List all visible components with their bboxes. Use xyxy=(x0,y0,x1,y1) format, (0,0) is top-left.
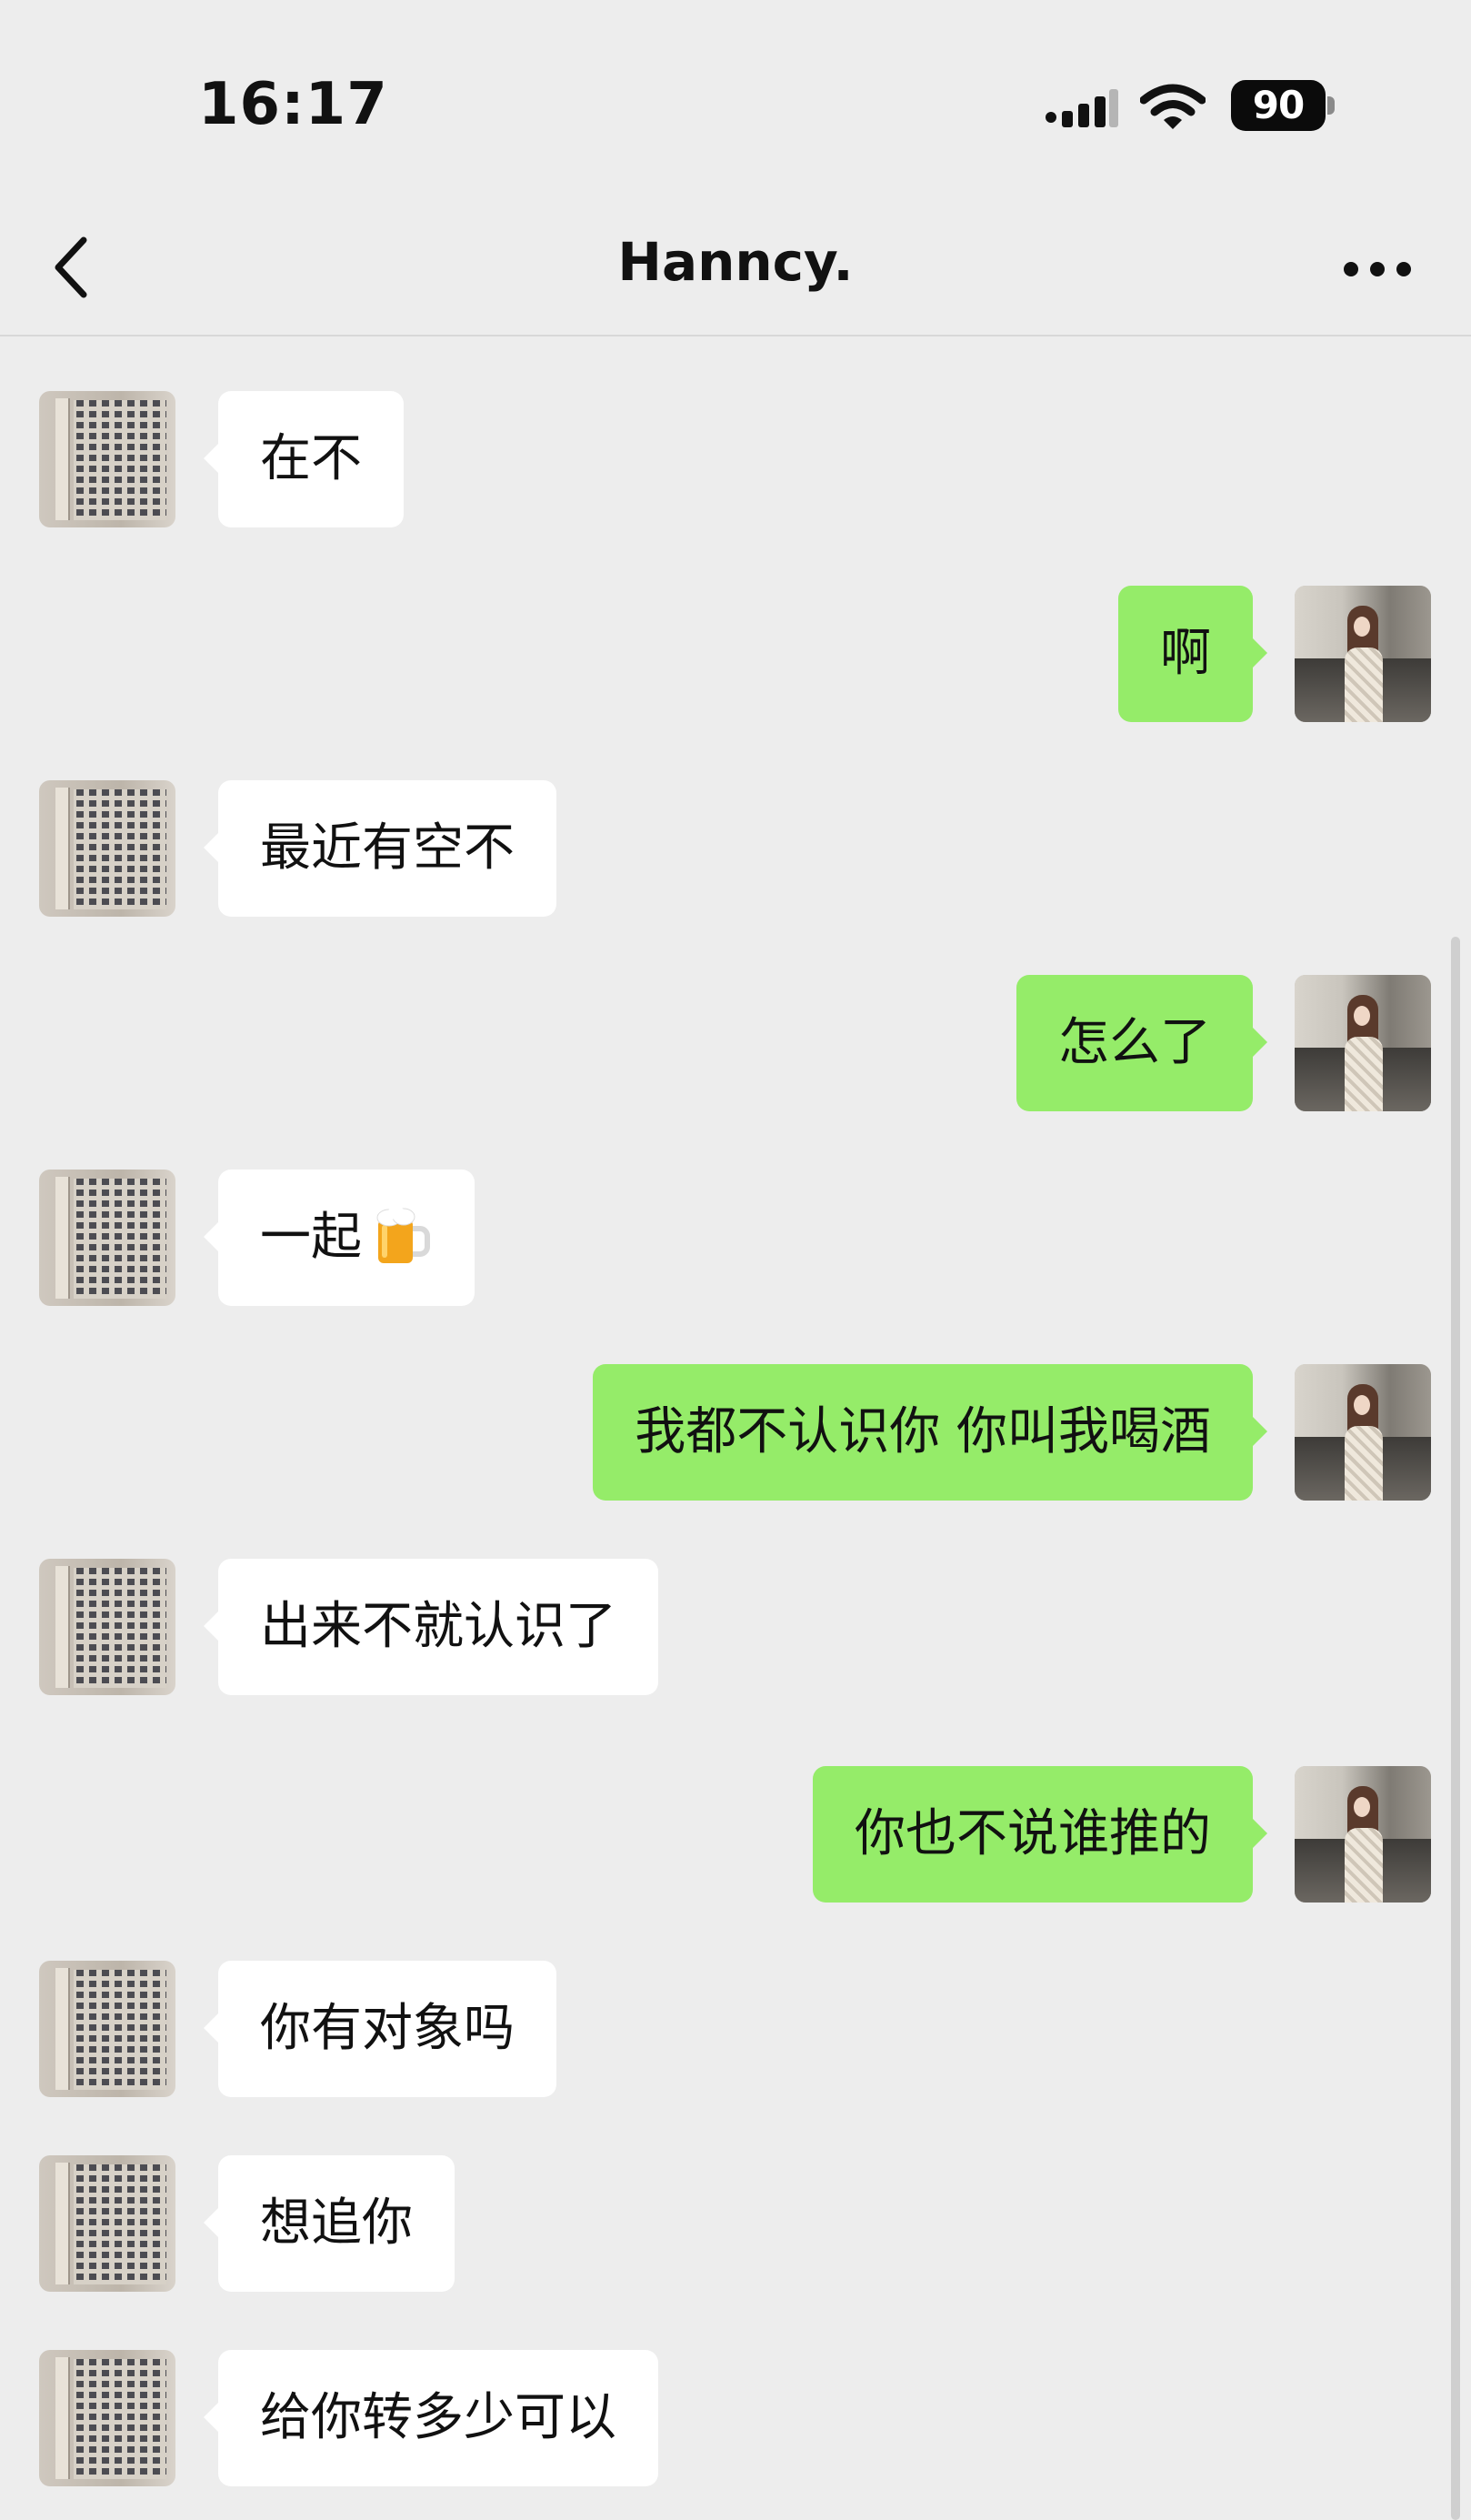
contact-avatar[interactable] xyxy=(39,2350,175,2486)
contact-avatar[interactable] xyxy=(39,2155,175,2292)
message-bubble-incoming[interactable]: 你有对象吗 xyxy=(204,1961,556,2097)
message-row: 一起 xyxy=(0,1170,1471,1308)
message-text: 在不 xyxy=(260,429,362,488)
wifi-icon xyxy=(1140,84,1206,129)
battery-nub xyxy=(1327,96,1335,115)
message-list[interactable]: 在不 啊 最近有空不 怎么了 一起 我都不认识你 你叫我喝酒 出来不就认识了 你… xyxy=(0,336,1471,2520)
contact-avatar[interactable] xyxy=(39,391,175,527)
status-bar: 16:17 90 xyxy=(0,0,1471,200)
beer-mug-icon xyxy=(376,1206,430,1263)
message-text: 我都不认识你 你叫我喝酒 xyxy=(635,1402,1211,1461)
chat-title: Hanncy. xyxy=(617,231,854,293)
message-text: 一起 xyxy=(260,1208,362,1267)
message-row: 在不 xyxy=(0,391,1471,529)
message-row: 最近有空不 xyxy=(0,780,1471,919)
message-row: 出来不就认识了 xyxy=(0,1559,1471,1697)
message-bubble-outgoing[interactable]: 啊 xyxy=(1118,586,1267,722)
my-avatar[interactable] xyxy=(1295,975,1431,1111)
message-bubble-outgoing[interactable]: 你也不说谁推的 xyxy=(813,1766,1267,1903)
message-bubble-incoming[interactable]: 在不 xyxy=(204,391,404,527)
contact-avatar[interactable] xyxy=(39,780,175,917)
message-bubble-outgoing[interactable]: 我都不认识你 你叫我喝酒 xyxy=(593,1364,1267,1501)
contact-avatar[interactable] xyxy=(39,1559,175,1695)
message-text: 给你转多少可以 xyxy=(260,2388,616,2447)
battery-level: 90 xyxy=(1231,80,1326,131)
contact-avatar[interactable] xyxy=(39,1961,175,2097)
message-bubble-incoming[interactable]: 出来不就认识了 xyxy=(204,1559,658,1695)
message-row: 你有对象吗 xyxy=(0,1961,1471,2099)
contact-avatar[interactable] xyxy=(39,1170,175,1306)
my-avatar[interactable] xyxy=(1295,1364,1431,1501)
signal-icon xyxy=(1046,89,1118,127)
message-bubble-incoming[interactable]: 一起 xyxy=(204,1170,475,1306)
message-bubble-outgoing[interactable]: 怎么了 xyxy=(1016,975,1267,1111)
message-bubble-incoming[interactable]: 想追你 xyxy=(204,2155,455,2292)
message-row: 啊 xyxy=(0,586,1471,724)
message-row: 想追你 xyxy=(0,2155,1471,2294)
chat-header: Hanncy. xyxy=(0,200,1471,336)
my-avatar[interactable] xyxy=(1295,586,1431,722)
message-text: 啊 xyxy=(1160,624,1211,683)
chat-scrollbar[interactable] xyxy=(1451,937,1460,2520)
my-avatar[interactable] xyxy=(1295,1766,1431,1903)
message-text: 出来不就认识了 xyxy=(260,1597,616,1656)
battery-icon: 90 xyxy=(1231,80,1335,131)
message-row: 怎么了 xyxy=(0,975,1471,1113)
message-row: 给你转多少可以 xyxy=(0,2350,1471,2488)
more-dots-icon[interactable] xyxy=(1336,244,1418,295)
message-row: 你也不说谁推的 xyxy=(0,1766,1471,1904)
message-text: 想追你 xyxy=(260,2194,413,2253)
message-bubble-incoming[interactable]: 给你转多少可以 xyxy=(204,2350,658,2486)
status-time: 16:17 xyxy=(198,71,388,138)
message-row: 我都不认识你 你叫我喝酒 xyxy=(0,1364,1471,1502)
message-bubble-incoming[interactable]: 最近有空不 xyxy=(204,780,556,917)
message-text: 你有对象吗 xyxy=(260,1999,515,2058)
message-text: 你也不说谁推的 xyxy=(855,1804,1211,1863)
message-text: 最近有空不 xyxy=(260,818,515,878)
message-text: 怎么了 xyxy=(1058,1013,1211,1072)
